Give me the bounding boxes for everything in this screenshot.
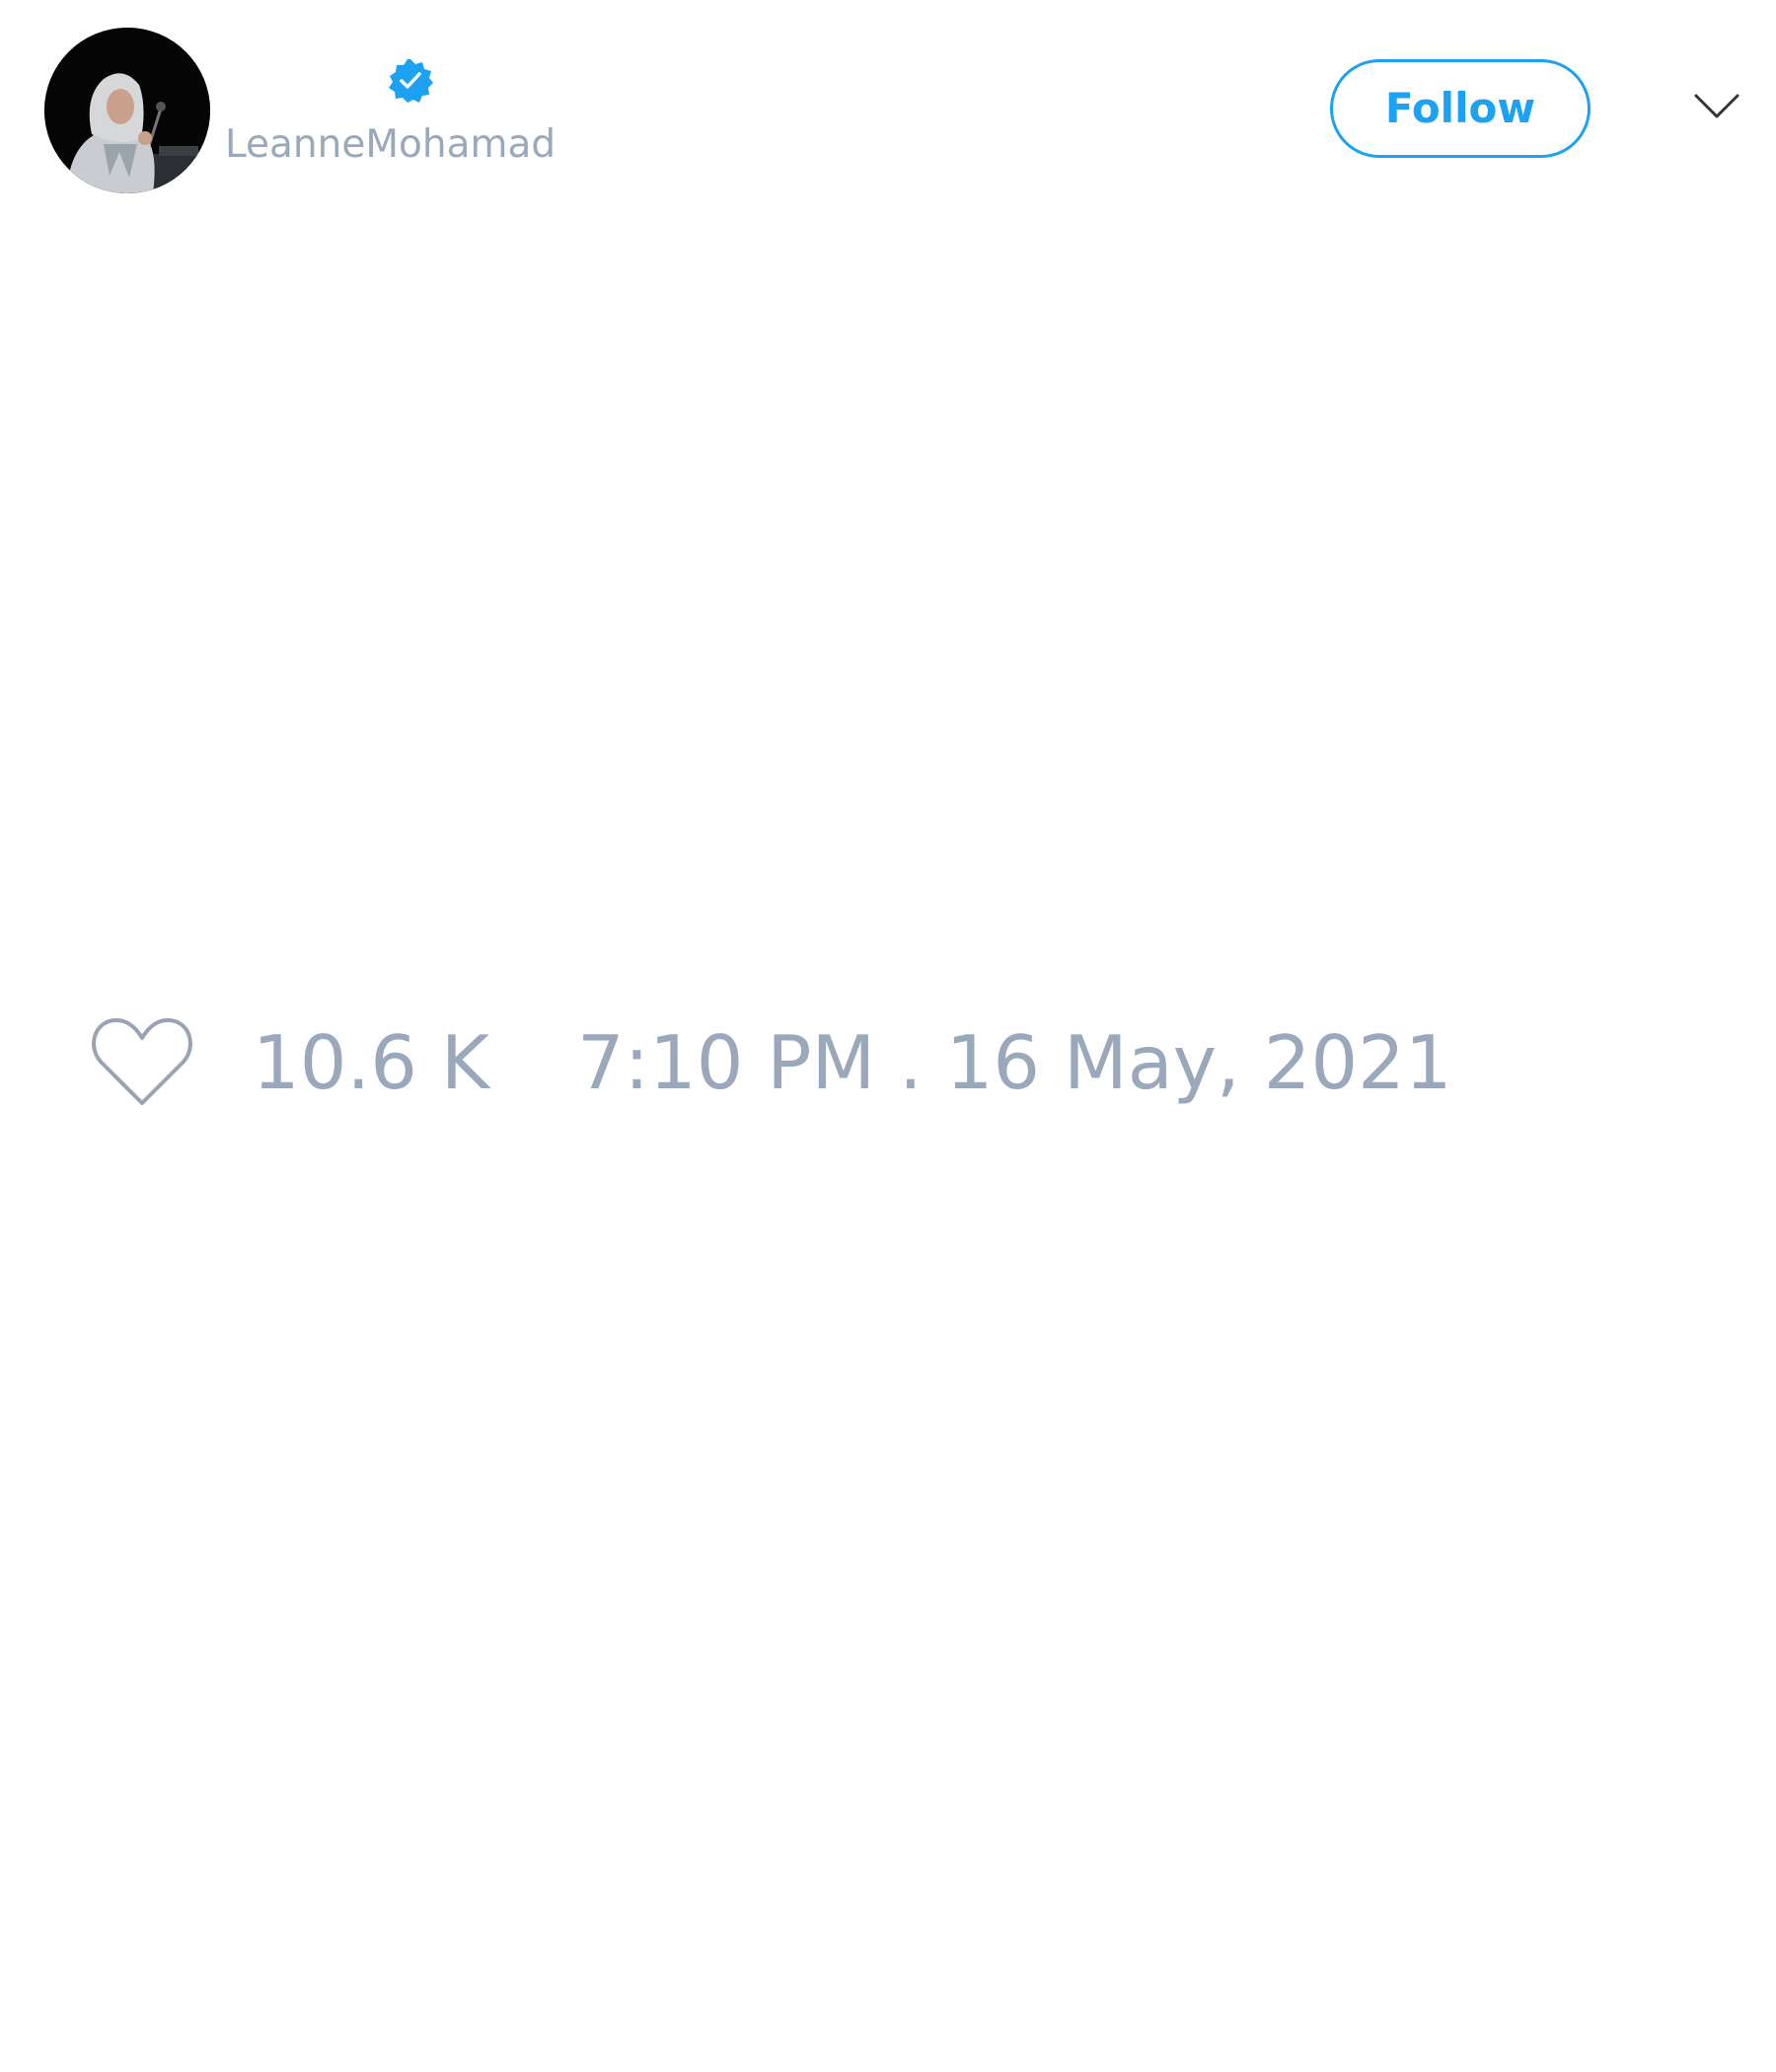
follow-button[interactable]: Follow [1330,59,1591,158]
avatar[interactable] [44,28,210,193]
tweet-card: LeanneMohamad Follow 10.6 K 7:10 PM . 16… [0,0,1776,2072]
verified-badge-icon [387,57,434,105]
avatar-image [44,28,210,193]
tweet-stats-row: 10.6 K 7:10 PM . 16 May, 2021 [0,1006,1776,1115]
author-handle[interactable]: LeanneMohamad [225,125,555,164]
tweet-timestamp[interactable]: 7:10 PM . 16 May, 2021 [577,1026,1452,1100]
heart-icon[interactable] [89,1014,195,1109]
like-count: 10.6 K [253,1019,490,1106]
chevron-down-icon[interactable] [1693,92,1740,121]
